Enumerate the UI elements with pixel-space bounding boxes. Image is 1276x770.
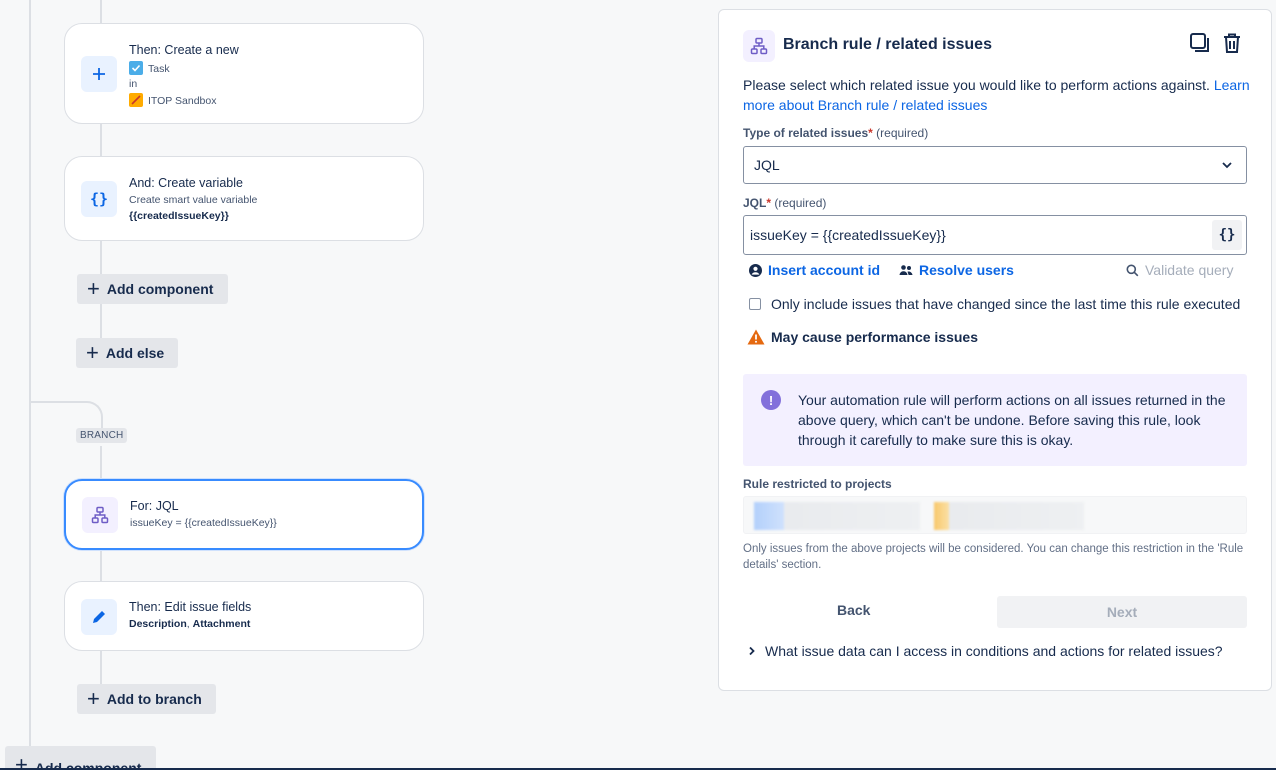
info-message: ! Your automation rule will perform acti… <box>743 374 1247 466</box>
branch-tag: BRANCH <box>76 428 128 443</box>
people-icon <box>899 264 913 275</box>
jql-label: JQL* (required) <box>743 196 827 210</box>
card-title: Then: Create a new <box>129 43 239 57</box>
insert-account-id-link[interactable]: Insert account id <box>749 262 880 278</box>
changed-since-checkbox[interactable] <box>749 298 761 310</box>
chevron-down-icon <box>1222 162 1232 169</box>
restricted-projects <box>743 496 1247 534</box>
projects-hint: Only issues from the above projects will… <box>743 543 1244 571</box>
connector-line <box>100 548 102 582</box>
edit-issue-card[interactable]: Then: Edit issue fields Description, Att… <box>64 581 424 651</box>
bottom-add-component-button[interactable]: + Add component <box>5 746 156 770</box>
pencil-icon <box>81 599 117 635</box>
config-panel: Branch rule / related issues Please sele… <box>718 9 1272 691</box>
changed-since-checkbox-row[interactable]: Only include issues that have changed si… <box>749 296 1240 312</box>
card-subtitle: Create smart value variable <box>129 194 258 206</box>
create-issue-card[interactable]: Then: Create a new Task in ITOP Sandbox <box>64 23 424 124</box>
panel-description: Please select which related issue you wo… <box>743 77 1250 113</box>
copy-icon[interactable] <box>1189 32 1211 59</box>
add-to-branch-button[interactable]: + Add to branch <box>77 684 216 714</box>
card-title: And: Create variable <box>129 176 243 190</box>
task-icon <box>129 61 143 75</box>
card-subtitle: issueKey = {{createdIssueKey}} <box>130 517 277 529</box>
connector-line <box>100 240 102 274</box>
in-label: in <box>129 78 138 90</box>
user-icon <box>749 263 762 277</box>
back-button[interactable]: Back <box>837 602 870 618</box>
create-variable-card[interactable]: {} And: Create variable Create smart val… <box>64 156 424 241</box>
plus-icon: + <box>86 340 99 365</box>
search-icon <box>1126 264 1139 276</box>
rule-canvas: Then: Create a new Task in ITOP Sandbox … <box>0 0 700 770</box>
connector-line <box>29 0 31 770</box>
faq-expander[interactable]: What issue data can I access in conditio… <box>747 643 1223 659</box>
validate-query-link[interactable]: Validate query <box>1126 262 1233 278</box>
plus-icon <box>81 56 117 92</box>
info-text: Your automation rule will perform action… <box>798 392 1226 448</box>
card-subtitle: Description, Attachment <box>129 618 251 630</box>
project-icon <box>129 93 143 107</box>
card-title: Then: Edit issue fields <box>129 600 252 614</box>
projects-label: Rule restricted to projects <box>743 477 892 491</box>
connector-line <box>100 123 102 157</box>
performance-warning: May cause performance issues <box>747 329 978 345</box>
connector-line <box>100 446 102 480</box>
card-title: For: JQL <box>130 499 179 513</box>
trash-icon[interactable] <box>1221 32 1243 59</box>
issue-type: Task <box>129 61 170 75</box>
related-issue-type-select[interactable]: JQL <box>743 146 1247 184</box>
jql-input[interactable]: issueKey = {{createdIssueKey}} {} <box>743 215 1247 255</box>
warning-icon <box>747 329 765 345</box>
exclamation-icon: ! <box>761 390 781 410</box>
branch-jql-card[interactable]: For: JQL issueKey = {{createdIssueKey}} <box>64 479 424 550</box>
connector-line <box>100 0 102 24</box>
add-else-button[interactable]: + Add else <box>76 338 178 368</box>
branch-icon <box>82 497 118 533</box>
connector-line <box>100 650 102 684</box>
branch-icon <box>743 30 775 62</box>
smart-values-button[interactable]: {} <box>1212 220 1242 250</box>
panel-actions <box>1189 32 1243 59</box>
type-label: Type of related issues* (required) <box>743 126 929 140</box>
add-component-button[interactable]: + Add component <box>77 274 228 304</box>
resolve-users-link[interactable]: Resolve users <box>899 262 1014 278</box>
project-chip-redacted <box>754 502 920 530</box>
panel-title: Branch rule / related issues <box>783 36 992 53</box>
next-button[interactable]: Next <box>997 596 1247 628</box>
plus-icon: + <box>87 276 100 301</box>
braces-icon: {} <box>81 181 117 217</box>
chevron-right-icon <box>749 646 755 656</box>
project-name: ITOP Sandbox <box>129 93 217 107</box>
connector-line <box>100 304 102 338</box>
project-chip-redacted <box>934 502 1084 530</box>
plus-icon: + <box>87 686 100 711</box>
variable-name: {{createdIssueKey}} <box>129 210 229 222</box>
